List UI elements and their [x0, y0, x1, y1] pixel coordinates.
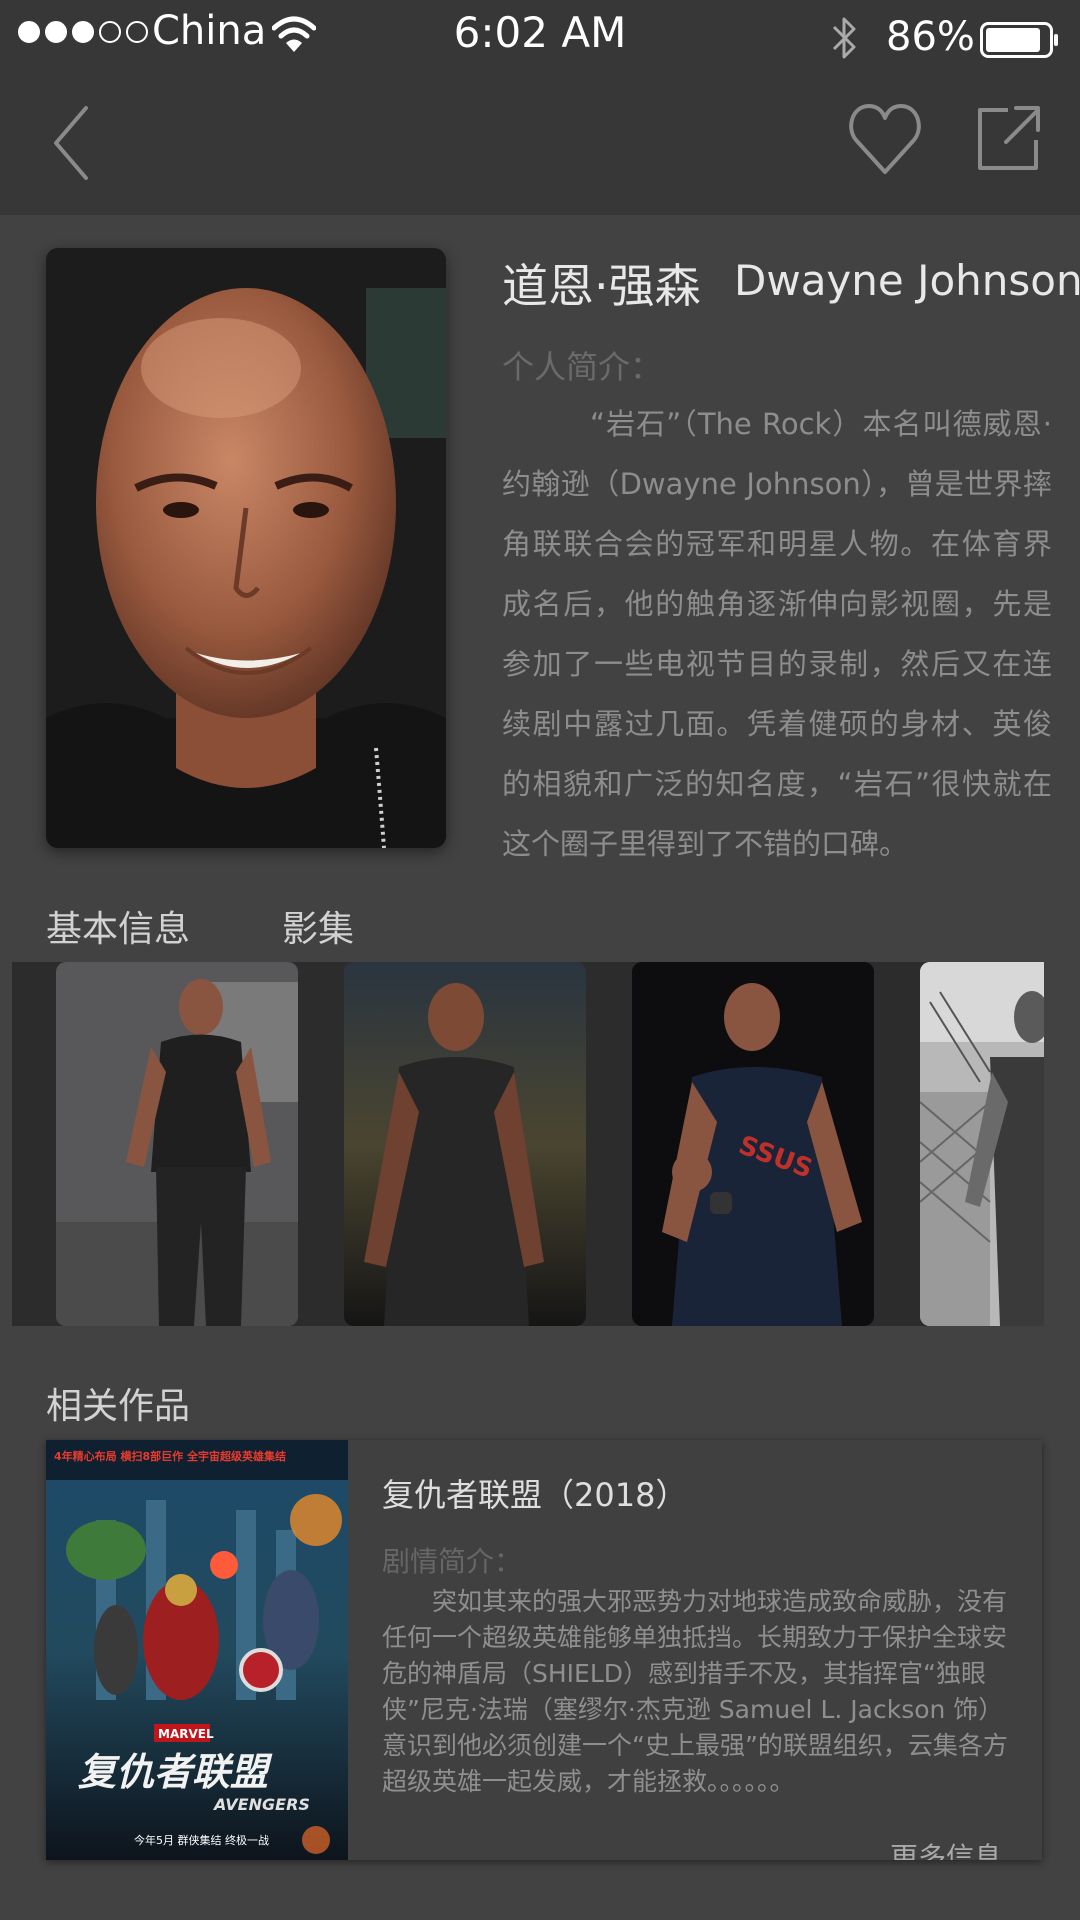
bio-label: 个人简介： [502, 348, 663, 386]
tab-basic-info[interactable]: 基本信息 [46, 900, 190, 952]
movie-poster[interactable]: 4年精心布局 横扫8部巨作 全宇宙超级英雄集结 MARVEL 复仇者联盟 AVE… [46, 1440, 348, 1860]
photo-gallery[interactable]: SSUS [12, 962, 1044, 1326]
battery-icon [980, 22, 1058, 58]
back-chevron-icon[interactable] [44, 98, 104, 188]
navigation-bar [0, 70, 1080, 215]
poster-studio: MARVEL [158, 1727, 214, 1741]
gallery-photo[interactable] [344, 962, 586, 1326]
poster-release-text: 今年5月 群侠集结 终极一战 [134, 1833, 269, 1847]
actor-name-english: Dwayne Johnson [734, 256, 1080, 305]
work-title[interactable]: 复仇者联盟（2018） [382, 1470, 687, 1516]
plot-label: 剧情简介： [382, 1545, 523, 1578]
gallery-photo[interactable] [56, 962, 298, 1326]
actor-name-chinese: 道恩·强森 [502, 259, 701, 313]
bio-text: “岩石”（The Rock）本名叫德威恩·约翰逊（Dwayne Johnson）… [502, 407, 1052, 861]
poster-title-english: AVENGERS [212, 1795, 310, 1814]
profile-photo [46, 248, 446, 848]
plot-text: 突如其来的强大邪恶势力对地球造成致命威胁，没有任何一个超级英雄能够单独抵挡。长期… [382, 1587, 1008, 1796]
gallery-photo[interactable]: SSUS [632, 962, 874, 1326]
poster-title-chinese: 复仇者联盟 [78, 1750, 273, 1794]
poster-banner-text: 4年精心布局 横扫8部巨作 全宇宙超级英雄集结 [54, 1449, 286, 1463]
battery-percentage: 86% [886, 14, 975, 60]
tab-gallery[interactable]: 影集 [282, 900, 354, 952]
related-work-card[interactable]: 4年精心布局 横扫8部巨作 全宇宙超级英雄集结 MARVEL 复仇者联盟 AVE… [46, 1440, 1042, 1860]
heart-icon[interactable] [848, 100, 922, 178]
gallery-photo[interactable] [920, 962, 1044, 1326]
share-icon[interactable] [972, 102, 1044, 174]
more-info-link[interactable]: 更多信息 [890, 1836, 1002, 1860]
status-bar: China 6:02 AM 86% [0, 0, 1080, 70]
section-title-related-works: 相关作品 [46, 1386, 191, 1427]
bluetooth-icon [832, 17, 856, 59]
